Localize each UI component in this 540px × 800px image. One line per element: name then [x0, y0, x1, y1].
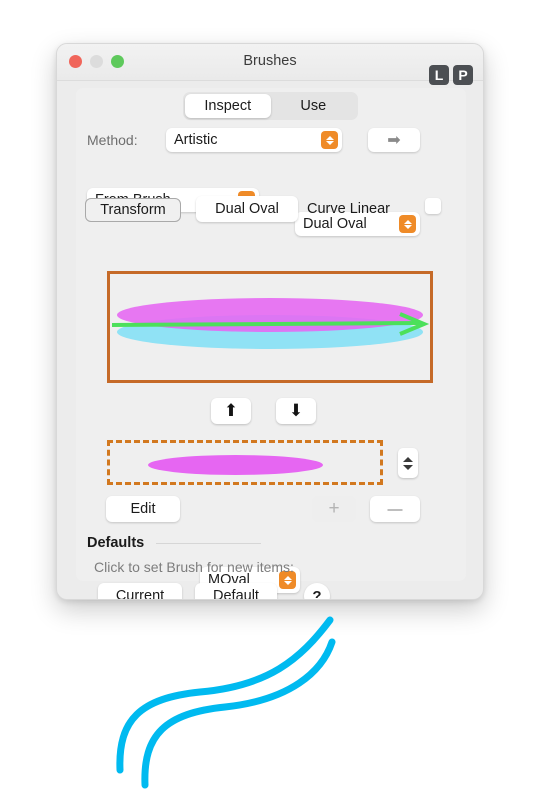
- tab-inspect[interactable]: Inspect: [185, 94, 271, 118]
- swoosh-curve-upper: [116, 616, 334, 774]
- brushes-window: Brushes L P Inspect Use Method: Artistic: [56, 43, 484, 600]
- inspect-panel: Inspect Use Method: Artistic ➡ From Brus…: [76, 88, 466, 599]
- method-label: Method:: [87, 132, 138, 148]
- minus-icon: —: [387, 500, 403, 518]
- magenta-oval: [117, 298, 423, 332]
- layers-badge[interactable]: L: [429, 65, 449, 85]
- tool-badges: L P: [429, 65, 473, 85]
- plus-icon: +: [328, 498, 340, 519]
- remove-shape-button[interactable]: —: [370, 496, 420, 522]
- preview-svg: [111, 298, 430, 349]
- swoosh-curve-lower: [141, 638, 336, 789]
- tab-use[interactable]: Use: [271, 94, 357, 118]
- defaults-hint: Click to set Brush for new items:: [94, 559, 294, 575]
- selected-oval-preview: [148, 455, 323, 475]
- direction-arrow-line: [111, 321, 423, 327]
- brush-preview-canvas[interactable]: [107, 271, 433, 383]
- arrow-right-icon: ➡: [387, 132, 401, 149]
- arrow-up-icon: ⬆: [223, 401, 239, 420]
- move-up-button[interactable]: ⬆: [211, 398, 251, 424]
- curve-linear-label: Curve Linear: [307, 201, 391, 217]
- shape-name-button[interactable]: Dual Oval: [196, 196, 298, 222]
- edit-button[interactable]: Edit: [106, 496, 180, 522]
- transform-button[interactable]: Transform: [85, 198, 181, 222]
- selected-shape-strip[interactable]: [107, 440, 383, 485]
- value-stepper[interactable]: [398, 448, 418, 478]
- window-titlebar: Brushes: [57, 44, 483, 81]
- stepper-down-icon[interactable]: [403, 464, 413, 470]
- default-label: Default: [213, 588, 259, 600]
- question-mark-icon: ?: [312, 587, 322, 600]
- method-value: Artistic: [174, 132, 218, 148]
- current-label: Current: [115, 588, 165, 600]
- properties-badge[interactable]: P: [453, 65, 473, 85]
- method-select[interactable]: Artistic: [166, 128, 342, 152]
- tab-bar: Inspect Use: [183, 92, 358, 120]
- arrow-down-icon: ⬇: [288, 401, 304, 420]
- add-shape-button[interactable]: +: [312, 496, 356, 522]
- curve-linear-checkbox[interactable]: [425, 198, 441, 214]
- edit-label: Edit: [130, 501, 156, 517]
- chevron-updown-icon: [399, 215, 416, 233]
- screen: Brushes L P Inspect Use Method: Artistic: [0, 0, 540, 800]
- set-default-button[interactable]: Default: [195, 583, 277, 600]
- defaults-divider: [156, 543, 261, 544]
- swoosh-decoration: [116, 616, 336, 789]
- defaults-title: Defaults: [87, 535, 145, 551]
- chevron-updown-icon: [321, 131, 338, 149]
- shape-type-value: Dual Oval: [303, 216, 367, 232]
- set-current-button[interactable]: Current: [98, 583, 182, 600]
- window-title: Brushes: [243, 53, 297, 69]
- shape-name-label: Dual Oval: [215, 201, 279, 217]
- help-button[interactable]: ?: [304, 583, 330, 600]
- transform-label: Transform: [100, 202, 166, 218]
- move-down-button[interactable]: ⬇: [276, 398, 316, 424]
- apply-arrow-button[interactable]: ➡: [368, 128, 420, 152]
- stepper-up-icon[interactable]: [403, 456, 413, 462]
